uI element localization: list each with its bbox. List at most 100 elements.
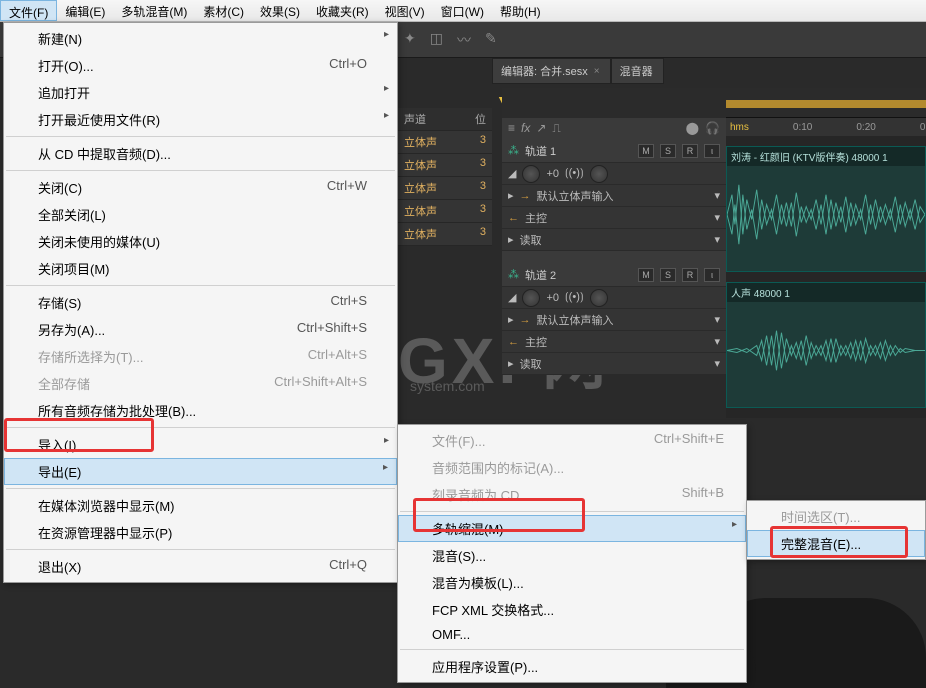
menu-save[interactable]: 存储(S)Ctrl+S (4, 289, 397, 316)
menu-extract-cd[interactable]: 从 CD 中提取音频(D)... (4, 140, 397, 167)
dropdown-icon[interactable]: ▾ (714, 357, 720, 370)
menubar-clip[interactable]: 素材(C) (195, 0, 252, 21)
dropdown-icon[interactable]: ▾ (714, 335, 720, 348)
marquee-icon[interactable]: ◫ (430, 30, 443, 50)
pan-knob[interactable] (590, 289, 608, 307)
menu-close-all[interactable]: 全部关闭(L) (4, 201, 397, 228)
table-row[interactable]: 立体声3 (398, 131, 492, 154)
menu-close-project[interactable]: 关闭项目(M) (4, 255, 397, 282)
dropdown-icon[interactable]: ▾ (714, 211, 720, 224)
menu-separator (6, 170, 395, 171)
solo-button[interactable]: S (660, 144, 676, 158)
monitor-button[interactable]: ι (704, 144, 720, 158)
menubar-effects[interactable]: 效果(S) (252, 0, 308, 21)
gain-knob[interactable] (522, 289, 540, 307)
heal-icon[interactable]: 〰 (457, 30, 471, 50)
table-row[interactable]: 立体声3 (398, 223, 492, 246)
dropdown-icon[interactable]: ▾ (714, 313, 720, 326)
menubar-edit[interactable]: 编辑(E) (57, 0, 113, 21)
monitor-button[interactable]: ι (704, 268, 720, 282)
cursor-icon[interactable]: ✦ (404, 30, 416, 50)
menu-close[interactable]: 关闭(C)Ctrl+W (4, 174, 397, 201)
volume-icon[interactable]: ◢ (508, 167, 516, 180)
wave-icon: ⁂ (508, 268, 519, 281)
menu-save-batch[interactable]: 所有音频存储为批处理(B)... (4, 397, 397, 424)
tab-mixer[interactable]: 混音器 (611, 58, 664, 84)
track-header[interactable]: ⁂ 轨道 2 M S R ι (502, 263, 726, 287)
tab-editor[interactable]: 编辑器: 合并.sesx × (492, 58, 611, 84)
time-ruler[interactable]: hms 0:10 0:20 0:3 (726, 118, 926, 136)
menu-reveal-media-browser[interactable]: 在媒体浏览器中显示(M) (4, 492, 397, 519)
table-row[interactable]: 立体声3 (398, 177, 492, 200)
fx-icon[interactable]: fx (521, 121, 530, 136)
tab-editor-label: 编辑器: 合并.sesx (501, 63, 588, 79)
track-read-row[interactable]: ▸ 读取 ▾ (502, 229, 726, 251)
menu-separator (6, 488, 395, 489)
solo-button[interactable]: S (660, 268, 676, 282)
menu-open[interactable]: 打开(O)...Ctrl+O (4, 52, 397, 79)
submenu-mixdown[interactable]: 混音(S)... (398, 542, 746, 569)
eq-icon[interactable]: ⎍ (552, 121, 560, 136)
close-icon[interactable]: × (594, 66, 600, 77)
track-headers: ≡ fx ↗ ⎍ ⬤ 🎧 ⁂ 轨道 1 M S R ι ◢ +0 ⟮(•)⟯ ▸… (502, 88, 726, 375)
track-fx-row: ≡ fx ↗ ⎍ ⬤ 🎧 (502, 118, 726, 139)
menu-new[interactable]: 新建(N) (4, 25, 397, 52)
track-input-row[interactable]: ▸ → 默认立体声输入 ▾ (502, 309, 726, 331)
fx-inspector-icon[interactable]: ≡ (508, 121, 515, 136)
ruler-tick: 0:3 (920, 122, 926, 133)
mute-button[interactable]: M (638, 268, 654, 282)
track-bus-row[interactable]: ← 主控 ▾ (502, 331, 726, 353)
menubar-view[interactable]: 视图(V) (377, 0, 433, 21)
submenu-omf[interactable]: OMF... (398, 623, 746, 646)
pan-knob[interactable] (590, 165, 608, 183)
menu-save-as[interactable]: 另存为(A)...Ctrl+Shift+S (4, 316, 397, 343)
menu-import[interactable]: 导入(I) (4, 431, 397, 458)
ruler-tick: 0:20 (856, 122, 875, 133)
table-row[interactable]: 立体声3 (398, 200, 492, 223)
record-button[interactable]: R (682, 268, 698, 282)
mixdown-entire-mix[interactable]: 完整混音(E)... (747, 530, 925, 557)
menu-exit[interactable]: 退出(X)Ctrl+Q (4, 553, 397, 580)
chevron-right-icon: ▸ (508, 233, 514, 246)
audio-clip[interactable]: 人声 48000 1 (726, 282, 926, 408)
audio-clip[interactable]: 刘涛 - 红颜旧 (KTV版伴奏) 48000 1 (726, 146, 926, 272)
menubar-help[interactable]: 帮助(H) (492, 0, 549, 21)
track-header[interactable]: ⁂ 轨道 1 M S R ι (502, 139, 726, 163)
mute-button[interactable]: M (638, 144, 654, 158)
menubar-window[interactable]: 窗口(W) (433, 0, 492, 21)
record-button[interactable]: R (682, 144, 698, 158)
menu-separator (400, 511, 744, 512)
mic-icon[interactable]: ⬤ (686, 121, 699, 136)
track-gain-row: ◢ +0 ⟮(•)⟯ (502, 287, 726, 309)
track-read: 读取 (520, 232, 542, 248)
menu-separator (400, 649, 744, 650)
track-read-row[interactable]: ▸ 读取 ▾ (502, 353, 726, 375)
file-menu: 新建(N) 打开(O)...Ctrl+O 追加打开 打开最近使用文件(R) 从 … (3, 22, 398, 583)
send-icon[interactable]: ↗ (536, 121, 546, 136)
brush-icon[interactable]: ✎ (485, 30, 497, 50)
menubar-favorites[interactable]: 收藏夹(R) (308, 0, 377, 21)
gain-knob[interactable] (522, 165, 540, 183)
submenu-app-settings[interactable]: 应用程序设置(P)... (398, 653, 746, 680)
chevron-right-icon: ▸ (508, 313, 514, 326)
volume-icon[interactable]: ◢ (508, 291, 516, 304)
menu-open-recent[interactable]: 打开最近使用文件(R) (4, 106, 397, 133)
track-input: 默认立体声输入 (537, 312, 614, 328)
track-input-row[interactable]: ▸ → 默认立体声输入 ▾ (502, 185, 726, 207)
track-bus-row[interactable]: ← 主控 ▾ (502, 207, 726, 229)
submenu-multitrack-mixdown[interactable]: 多轨缩混(M) (398, 515, 746, 542)
headphone-icon[interactable]: 🎧 (705, 121, 720, 136)
menubar-multitrack[interactable]: 多轨混音(M) (113, 0, 195, 21)
submenu-fcp-xml[interactable]: FCP XML 交换格式... (398, 596, 746, 623)
menubar: 文件(F) 编辑(E) 多轨混音(M) 素材(C) 效果(S) 收藏夹(R) 视… (0, 0, 926, 22)
menu-export[interactable]: 导出(E) (4, 458, 397, 485)
menubar-file[interactable]: 文件(F) (0, 0, 57, 21)
dropdown-icon[interactable]: ▾ (714, 233, 720, 246)
menu-close-unused[interactable]: 关闭未使用的媒体(U) (4, 228, 397, 255)
submenu-mixdown-template[interactable]: 混音为模板(L)... (398, 569, 746, 596)
menu-reveal-explorer[interactable]: 在资源管理器中显示(P) (4, 519, 397, 546)
track-name: 轨道 2 (525, 267, 556, 283)
menu-open-append[interactable]: 追加打开 (4, 79, 397, 106)
table-row[interactable]: 立体声3 (398, 154, 492, 177)
dropdown-icon[interactable]: ▾ (714, 189, 720, 202)
